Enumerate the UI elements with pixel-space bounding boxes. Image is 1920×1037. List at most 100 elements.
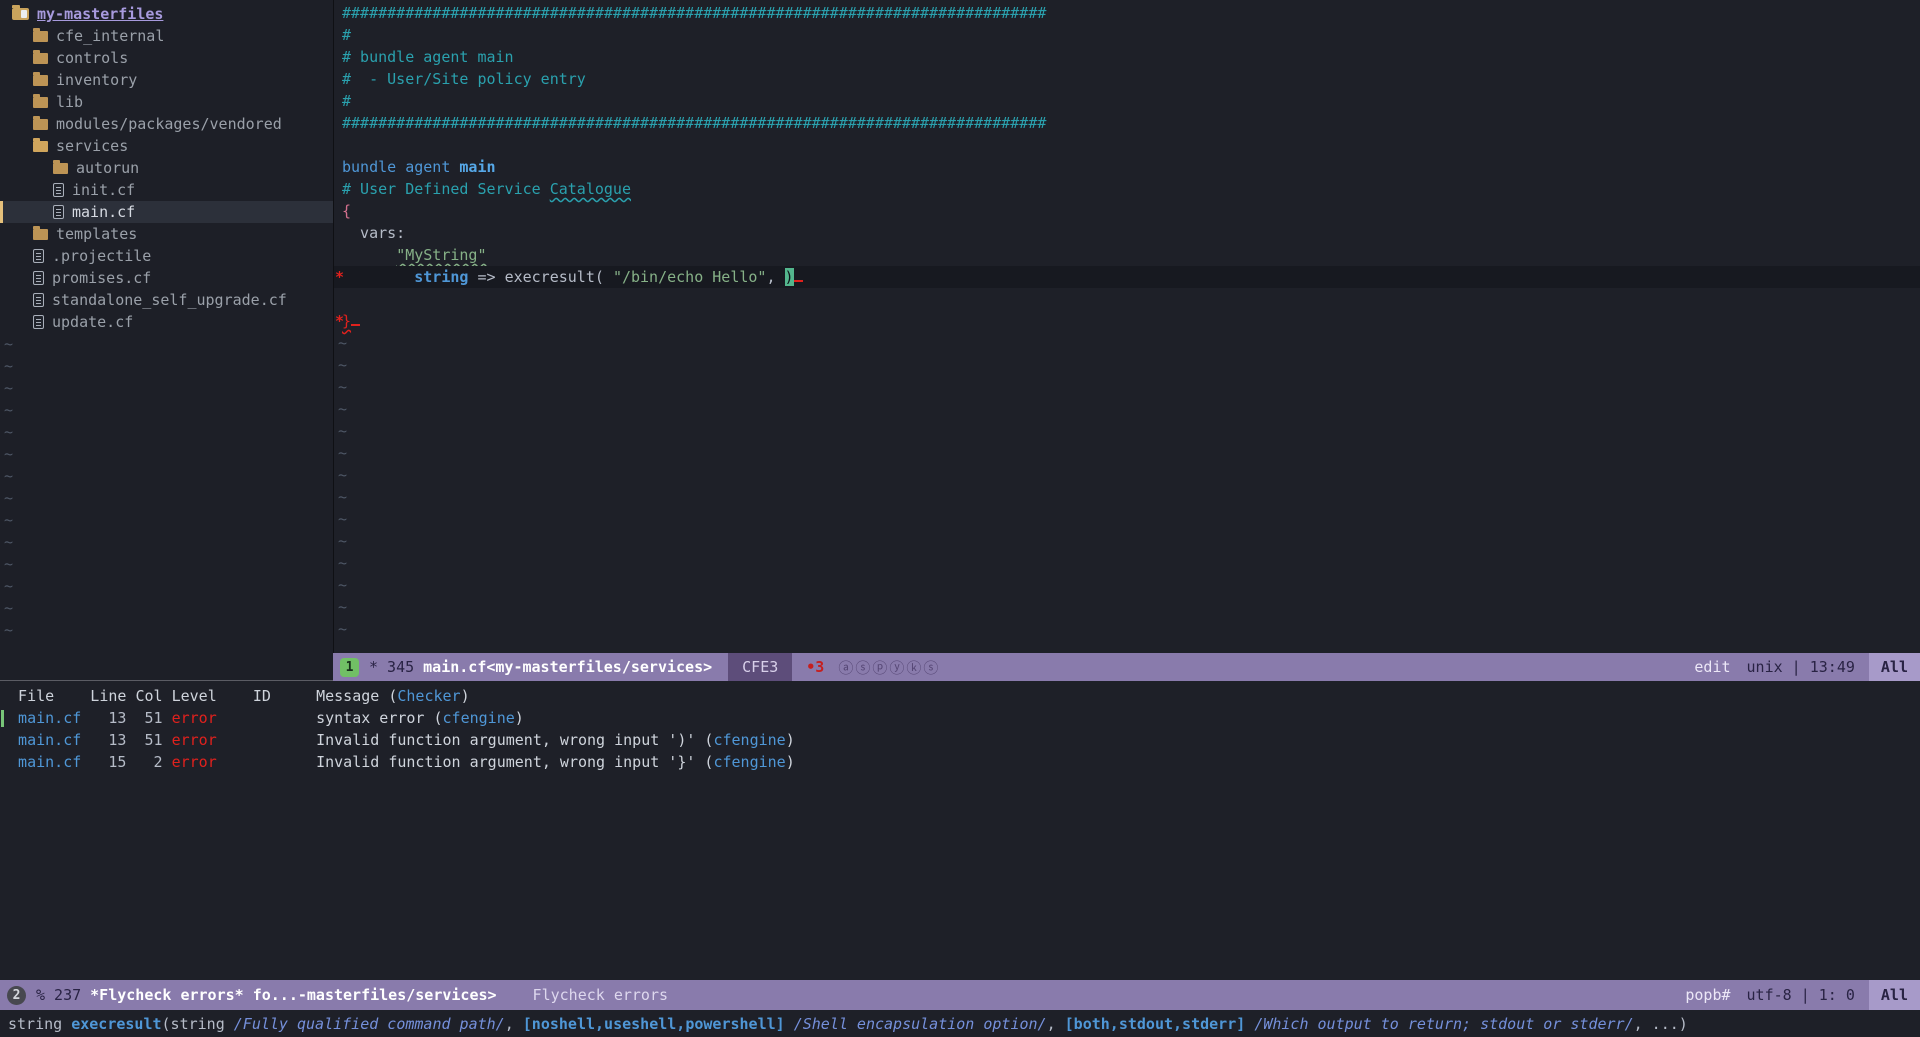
tree-item-promises-cf[interactable]: promises.cf xyxy=(0,267,333,289)
tree-item-main-cf[interactable]: main.cf xyxy=(0,201,333,223)
editor-line-4[interactable]: # - User/Site policy entry xyxy=(334,68,1920,90)
flycheck-error-rows: main.cf 13 51 error syntax error (cfengi… xyxy=(0,707,1920,773)
code-segment: # xyxy=(342,26,351,44)
minor-mode-icons: ⓐⓢⓟⓨⓚⓢ xyxy=(838,657,940,678)
folder-icon xyxy=(33,97,48,108)
column-headers-close: ) xyxy=(461,687,470,705)
buffer-name: main.cf<my-masterfiles/services> xyxy=(423,658,712,676)
tree-item-label: templates xyxy=(56,223,137,245)
tree-item-cfe-internal[interactable]: cfe_internal xyxy=(0,25,333,47)
folder-icon xyxy=(33,53,48,64)
tree-item-label: lib xyxy=(56,91,83,113)
error-message: Invalid function argument, wrong input '… xyxy=(316,731,713,749)
tree-item-label: autorun xyxy=(76,157,139,179)
flycheck-error-list-window: File Line Col Level ID Message (Checker)… xyxy=(0,681,1920,980)
editor-buffer-content: ########################################… xyxy=(334,0,1920,332)
window-number-badge: 2 xyxy=(7,986,26,1005)
empty-line-tilde: ~ xyxy=(0,531,333,553)
flycheck-error-count[interactable]: •3 xyxy=(806,658,824,676)
error-file: main.cf xyxy=(0,753,81,771)
column-headers: File Line Col Level ID Message ( xyxy=(0,687,397,705)
code-segment: "MyString" xyxy=(396,246,486,264)
window-number-badge: 1 xyxy=(340,658,359,677)
editor-line-1[interactable]: ########################################… xyxy=(334,2,1920,24)
error-level: error xyxy=(172,731,217,749)
tree-item-templates[interactable]: templates xyxy=(0,223,333,245)
error-file: main.cf xyxy=(0,731,81,749)
file-icon xyxy=(33,315,44,329)
open-folder-icon xyxy=(33,141,48,152)
tree-item--projectile[interactable]: .projectile xyxy=(0,245,333,267)
tree-item-label: promises.cf xyxy=(52,267,151,289)
tree-item-autorun[interactable]: autorun xyxy=(0,157,333,179)
editor-line-13[interactable]: * string => execresult( "/bin/echo Hello… xyxy=(334,266,1920,288)
error-level: error xyxy=(172,753,217,771)
tree-item-label: init.cf xyxy=(72,179,135,201)
error-underline-mark xyxy=(351,312,360,326)
editor-line-12[interactable]: "MyString" xyxy=(334,244,1920,266)
flycheck-error-row[interactable]: main.cf 13 51 error Invalid function arg… xyxy=(0,729,1920,751)
empty-line-tilde: ~ xyxy=(334,574,1920,596)
editor-window[interactable]: ########################################… xyxy=(334,0,1920,653)
editor-modeline: 1 * 345 main.cf<my-masterfiles/services>… xyxy=(333,653,1920,681)
error-position: 13 51 xyxy=(81,731,171,749)
editor-line-5[interactable]: # xyxy=(334,90,1920,112)
flycheck-error-row[interactable]: main.cf 15 2 error Invalid function argu… xyxy=(0,751,1920,773)
project-root-label: my-masterfiles xyxy=(37,3,163,25)
flycheck-header-row: File Line Col Level ID Message (Checker) xyxy=(0,685,1920,707)
empty-line-tilde: ~ xyxy=(0,509,333,531)
empty-line-tilde: ~ xyxy=(0,597,333,619)
tree-item-init-cf[interactable]: init.cf xyxy=(0,179,333,201)
encoding-and-position: utf-8 | 1: 0 xyxy=(1747,986,1855,1004)
file-icon xyxy=(53,183,64,197)
folder-icon xyxy=(33,75,48,86)
buffer-name: *Flycheck errors* fo...-masterfiles/serv… xyxy=(90,986,496,1004)
error-fringe-marker: * xyxy=(335,310,344,332)
editor-line-9[interactable]: # User Defined Service Catalogue xyxy=(334,178,1920,200)
error-message: Invalid function argument, wrong input '… xyxy=(316,753,713,771)
error-checker: cfengine xyxy=(713,731,785,749)
error-id-column xyxy=(217,753,316,771)
code-segment: bundle agent xyxy=(342,158,459,176)
tree-empty-lines: ~~~~~~~~~~~~~~ xyxy=(0,333,333,641)
code-segment: # User Defined Service xyxy=(342,180,550,198)
editor-line-2[interactable]: # xyxy=(334,24,1920,46)
tree-item-label: .projectile xyxy=(52,245,151,267)
code-segment: => xyxy=(468,268,504,286)
major-mode-indicator[interactable]: Flycheck errors xyxy=(533,986,668,1004)
editor-line-15[interactable]: *} xyxy=(334,310,1920,332)
empty-line-tilde: ~ xyxy=(334,442,1920,464)
flycheck-error-row[interactable]: main.cf 13 51 error syntax error (cfengi… xyxy=(0,707,1920,729)
tree-item-lib[interactable]: lib xyxy=(0,91,333,113)
tree-item-label: main.cf xyxy=(72,201,135,223)
major-mode-indicator[interactable]: CFE3 xyxy=(728,653,792,681)
empty-line-tilde: ~ xyxy=(334,354,1920,376)
error-checker: cfengine xyxy=(713,753,785,771)
empty-line-tilde: ~ xyxy=(0,399,333,421)
tree-item-standalone-self-upgrade-cf[interactable]: standalone_self_upgrade.cf xyxy=(0,289,333,311)
file-icon xyxy=(53,205,64,219)
tree-root-item[interactable]: my-masterfiles xyxy=(0,3,333,25)
code-segment: [noshell,useshell,powershell] xyxy=(523,1015,785,1033)
error-position: 15 2 xyxy=(81,753,171,771)
tree-item-controls[interactable]: controls xyxy=(0,47,333,69)
code-segment: , xyxy=(505,1015,523,1033)
editor-line-3[interactable]: # bundle agent main xyxy=(334,46,1920,68)
tree-item-label: modules/packages/vendored xyxy=(56,113,282,135)
folder-icon xyxy=(33,119,48,130)
tree-item-services[interactable]: services xyxy=(0,135,333,157)
tree-item-label: standalone_self_upgrade.cf xyxy=(52,289,287,311)
editor-line-11[interactable]: vars: xyxy=(334,222,1920,244)
tree-item-modules-packages-vendored[interactable]: modules/packages/vendored xyxy=(0,113,333,135)
code-segment: # xyxy=(342,92,351,110)
tree-selection-bar xyxy=(0,201,3,223)
editor-line-6[interactable]: ########################################… xyxy=(334,112,1920,134)
tree-item-inventory[interactable]: inventory xyxy=(0,69,333,91)
tree-item-label: cfe_internal xyxy=(56,25,164,47)
editor-line-7[interactable] xyxy=(334,134,1920,156)
tree-item-update-cf[interactable]: update.cf xyxy=(0,311,333,333)
editor-line-10[interactable]: { xyxy=(334,200,1920,222)
editor-line-14[interactable] xyxy=(334,288,1920,310)
empty-line-tilde: ~ xyxy=(334,376,1920,398)
editor-line-8[interactable]: bundle agent main xyxy=(334,156,1920,178)
